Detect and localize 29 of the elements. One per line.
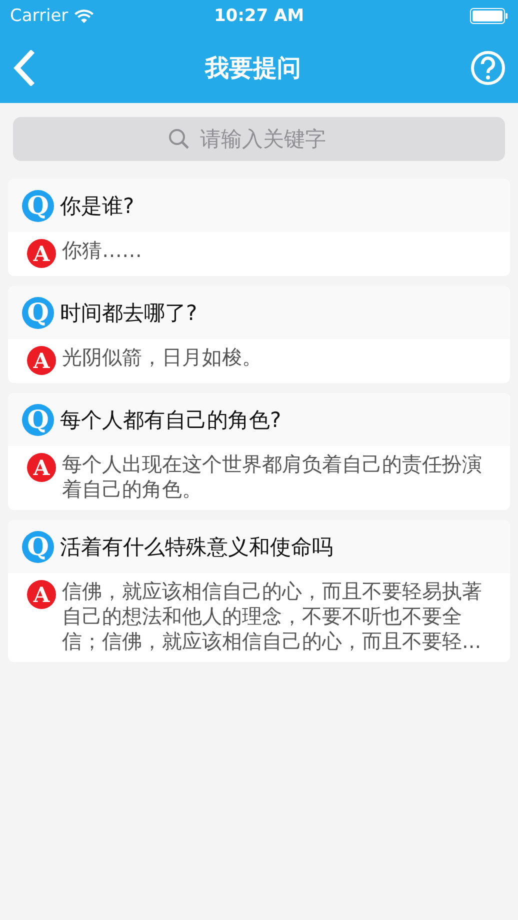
screen-title: 我要提问 xyxy=(204,52,302,84)
question-badge: Q xyxy=(22,404,54,436)
answer-badge: A xyxy=(27,453,56,482)
qa-card[interactable]: Q 每个人都有自己的角色? A 每个人出现在这个世界都肩负着自己的责任扮演着自己的角色。 xyxy=(8,393,510,510)
search-icon xyxy=(168,128,190,150)
clock-time: 10:27 AM xyxy=(214,6,304,26)
answer-text: 光阴似箭，日月如梭。 xyxy=(62,345,263,370)
answer-badge: A xyxy=(27,580,56,609)
question-text: 每个人都有自己的角色? xyxy=(60,406,282,434)
search-field[interactable]: 请输入关键字 xyxy=(200,127,350,151)
answer-text: 信佛，就应该相信自己的心，而且不要轻易执著自己的想法和他人的理念，不要不听也不要全信；信佛，就应该相信自己的心，而且不要轻... xyxy=(62,579,483,654)
qa-card[interactable]: Q 时间都去哪了? A 光阴似箭，日月如梭。 xyxy=(8,286,510,383)
help-icon[interactable] xyxy=(470,50,506,86)
question-text: 你是谁? xyxy=(60,192,134,220)
question-badge: Q xyxy=(22,190,54,222)
qa-card[interactable]: Q 你是谁? A 你猜…… xyxy=(8,179,510,276)
answer-badge: A xyxy=(27,346,56,375)
carrier-name: Carrier xyxy=(10,6,68,26)
answer-badge: A xyxy=(27,239,56,268)
battery-icon xyxy=(470,8,508,24)
wifi-icon xyxy=(74,8,94,24)
question-text: 时间都去哪了? xyxy=(60,300,198,326)
question-badge: Q xyxy=(22,530,54,562)
answer-text: 你猜…… xyxy=(62,238,143,263)
answer-text: 每个人出现在这个世界都肩负着自己的责任扮演着自己的角色。 xyxy=(62,452,483,502)
back-icon[interactable] xyxy=(12,50,36,86)
question-text: 活着有什么特殊意义和使命吗 xyxy=(60,534,333,560)
question-badge: Q xyxy=(22,296,54,328)
qa-card[interactable]: Q 活着有什么特殊意义和使命吗 A 信佛，就应该相信自己的心，而且不要轻易执著自己的想法和他人的理念，不要不听也不要全信；信佛，就应该相信自己的心，而且不要轻... xyxy=(8,520,510,662)
